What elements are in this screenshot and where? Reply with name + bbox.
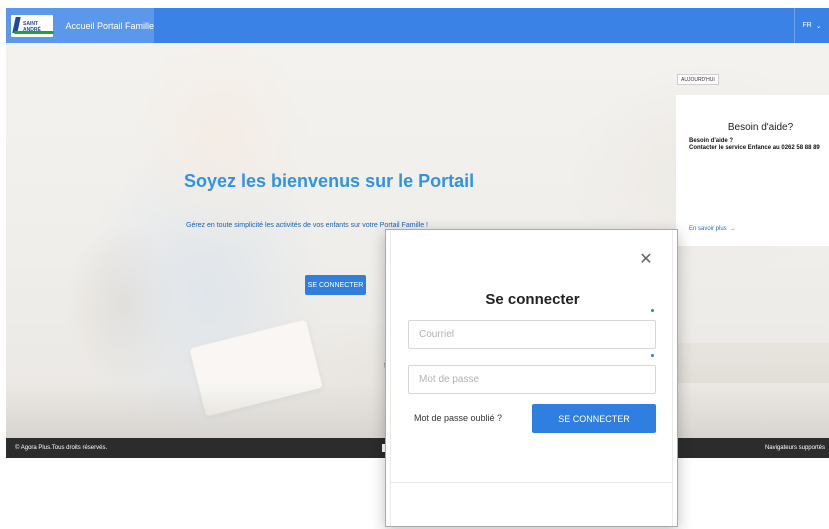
password-field[interactable]: [408, 365, 656, 394]
email-field[interactable]: [408, 320, 656, 349]
login-submit-button[interactable]: SE CONNECTER: [532, 404, 656, 433]
chevron-down-icon: ⌄: [815, 22, 822, 30]
help-card: Besoin d'aide? Besoin d'aide ? Contacter…: [676, 95, 829, 246]
modal-footer-divider: [390, 482, 673, 483]
logo-underline: [14, 30, 54, 34]
language-selector[interactable]: FR ⌄: [794, 8, 829, 43]
page: SAINT ANDRÉ Accueil Portail Famille FR ⌄…: [0, 0, 829, 529]
top-bar: SAINT ANDRÉ Accueil Portail Famille FR ⌄: [6, 8, 829, 43]
saint-andre-logo[interactable]: SAINT ANDRÉ: [11, 14, 54, 37]
help-body: Besoin d'aide ? Contacter le service Enf…: [689, 138, 829, 152]
page-title[interactable]: Accueil Portail Famille: [65, 21, 154, 31]
supported-browsers-link[interactable]: Navigateurs supportés: [765, 445, 825, 451]
help-body-line-1: Besoin d'aide ?: [689, 138, 734, 144]
login-title: Se connecter: [485, 291, 580, 308]
learn-more-link[interactable]: En savoir plus →: [689, 226, 736, 232]
required-indicator-password: [651, 354, 654, 357]
hero-login-button[interactable]: SE CONNECTER: [305, 275, 366, 295]
help-title: Besoin d'aide?: [727, 122, 794, 133]
learn-more-label: En savoir plus: [689, 226, 727, 232]
help-body-line-2: Contacter le service Enfance au 0262 58 …: [689, 145, 820, 151]
close-icon[interactable]: ✕: [636, 250, 656, 270]
copyright-text: © Agora Plus.Tous droits réservés.: [15, 445, 108, 451]
login-modal: ✕ Se connecter Mot de passe oublié ? SE …: [385, 229, 678, 527]
language-label: FR: [802, 22, 812, 29]
required-indicator-email: [651, 309, 654, 312]
home-link[interactable]: SAINT ANDRÉ Accueil Portail Famille: [6, 8, 154, 43]
forgot-password-link[interactable]: Mot de passe oublié ?: [414, 413, 502, 423]
welcome-title: Soyez les bienvenus sur le Portail: [184, 171, 475, 191]
arrow-right-icon: →: [729, 226, 736, 232]
today-badge[interactable]: AUJOURD'HUI: [677, 74, 719, 85]
welcome-subtitle: Gérez en toute simplicité les activités …: [186, 222, 428, 229]
